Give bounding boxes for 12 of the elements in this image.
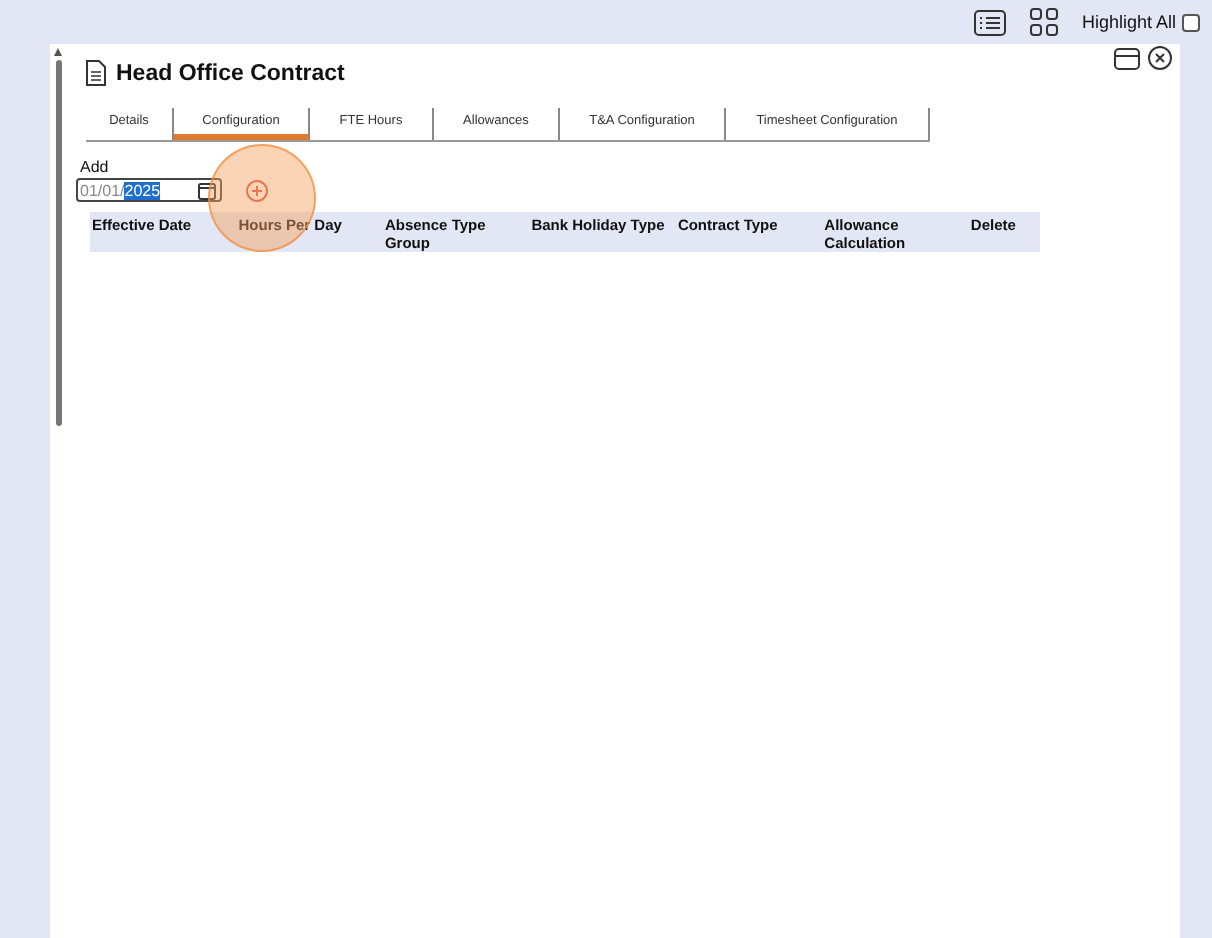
list-icon[interactable]	[973, 9, 1006, 35]
add-label: Add	[80, 158, 111, 176]
close-icon[interactable]	[1148, 46, 1172, 70]
grid-icon[interactable]	[1029, 8, 1058, 36]
window-title: Head Office Contract	[116, 61, 345, 85]
highlight-all-checkbox[interactable]	[1182, 13, 1200, 31]
date-field[interactable]: 01/01/2025	[76, 178, 222, 202]
scrollbar-thumb[interactable]	[55, 60, 61, 426]
calendar-icon[interactable]	[198, 181, 216, 199]
highlight-all-label: Highlight All	[1081, 12, 1176, 32]
restore-icon[interactable]	[1114, 47, 1140, 69]
document-icon	[86, 60, 106, 86]
